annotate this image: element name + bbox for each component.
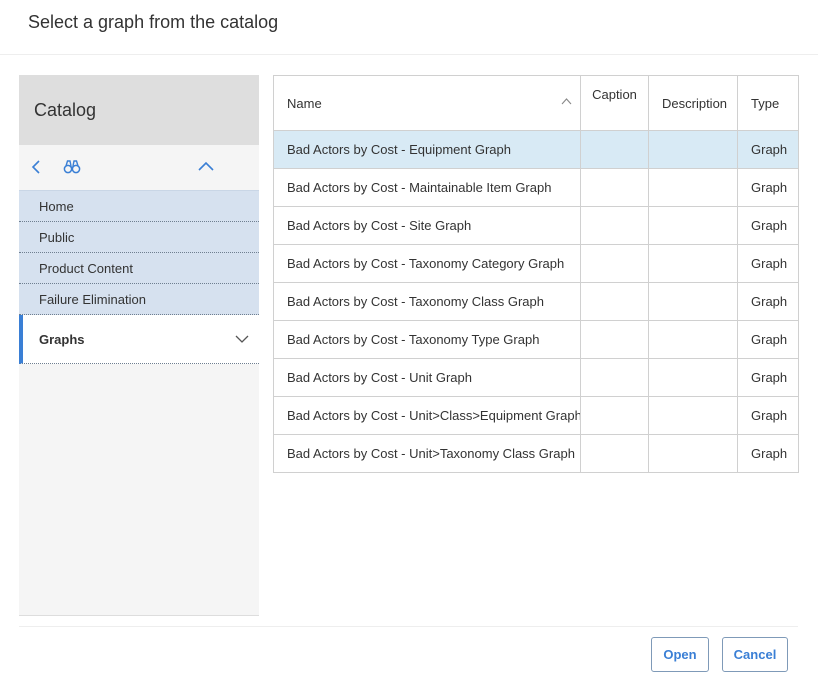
binoculars-icon[interactable] xyxy=(62,157,82,177)
table-row[interactable]: Bad Actors by Cost - Unit Graph Graph xyxy=(273,358,799,397)
cell-name: Bad Actors by Cost - Unit>Class>Equipmen… xyxy=(273,396,581,435)
cell-description xyxy=(648,168,738,207)
table-row[interactable]: Bad Actors by Cost - Unit>Taxonomy Class… xyxy=(273,434,799,473)
table-row[interactable]: Bad Actors by Cost - Equipment Graph Gra… xyxy=(273,130,799,169)
chevron-down-icon[interactable] xyxy=(235,332,249,346)
cell-description xyxy=(648,320,738,359)
breadcrumb-home[interactable]: Home xyxy=(19,191,259,222)
cell-name: Bad Actors by Cost - Site Graph xyxy=(273,206,581,245)
cell-type: Graph xyxy=(737,244,799,283)
column-header-label: Name xyxy=(287,95,322,111)
cell-name: Bad Actors by Cost - Maintainable Item G… xyxy=(273,168,581,207)
cell-name: Bad Actors by Cost - Taxonomy Class Grap… xyxy=(273,282,581,321)
cell-caption xyxy=(580,358,649,397)
cell-caption xyxy=(580,244,649,283)
cell-caption xyxy=(580,396,649,435)
chevron-left-icon[interactable] xyxy=(27,157,47,177)
column-header-name[interactable]: Name xyxy=(273,75,581,131)
breadcrumb-product-content[interactable]: Product Content xyxy=(19,253,259,284)
cell-description xyxy=(648,244,738,283)
table-row[interactable]: Bad Actors by Cost - Taxonomy Category G… xyxy=(273,244,799,283)
current-folder-label: Graphs xyxy=(39,331,85,347)
column-header-caption[interactable]: Caption xyxy=(580,75,649,131)
cell-type: Graph xyxy=(737,206,799,245)
graphs-table: Name Caption Description Type Bad Actors… xyxy=(273,75,799,473)
column-header-type[interactable]: Type xyxy=(737,75,799,131)
cell-type: Graph xyxy=(737,358,799,397)
column-header-description[interactable]: Description xyxy=(648,75,738,131)
cell-caption xyxy=(580,130,649,169)
cell-type: Graph xyxy=(737,434,799,473)
dialog-title: Select a graph from the catalog xyxy=(28,12,279,32)
chevron-up-icon[interactable] xyxy=(196,157,216,177)
footer-divider xyxy=(19,626,798,627)
cell-caption xyxy=(580,434,649,473)
table-header-row: Name Caption Description Type xyxy=(273,75,799,131)
catalog-toolbar xyxy=(19,145,259,191)
table-row[interactable]: Bad Actors by Cost - Taxonomy Type Graph… xyxy=(273,320,799,359)
title-divider xyxy=(0,54,818,55)
cell-name: Bad Actors by Cost - Taxonomy Category G… xyxy=(273,244,581,283)
cell-type: Graph xyxy=(737,396,799,435)
cell-name: Bad Actors by Cost - Equipment Graph xyxy=(273,130,581,169)
table-row[interactable]: Bad Actors by Cost - Site Graph Graph xyxy=(273,206,799,245)
cell-type: Graph xyxy=(737,168,799,207)
catalog-panel: Catalog Home Public Product Content Fail… xyxy=(19,75,259,616)
cell-type: Graph xyxy=(737,130,799,169)
open-button[interactable]: Open xyxy=(651,637,709,672)
catalog-header: Catalog xyxy=(19,75,259,145)
cell-description xyxy=(648,396,738,435)
table-row[interactable]: Bad Actors by Cost - Unit>Class>Equipmen… xyxy=(273,396,799,435)
table-row[interactable]: Bad Actors by Cost - Taxonomy Class Grap… xyxy=(273,282,799,321)
cell-description xyxy=(648,358,738,397)
cell-name: Bad Actors by Cost - Unit>Taxonomy Class… xyxy=(273,434,581,473)
sort-ascending-icon xyxy=(561,93,572,105)
cell-caption xyxy=(580,282,649,321)
cell-caption xyxy=(580,320,649,359)
cell-name: Bad Actors by Cost - Taxonomy Type Graph xyxy=(273,320,581,359)
cell-type: Graph xyxy=(737,282,799,321)
cell-description xyxy=(648,282,738,321)
breadcrumb-public[interactable]: Public xyxy=(19,222,259,253)
cell-description xyxy=(648,434,738,473)
cell-name: Bad Actors by Cost - Unit Graph xyxy=(273,358,581,397)
catalog-current-folder[interactable]: Graphs xyxy=(19,315,259,364)
cell-description xyxy=(648,130,738,169)
cell-caption xyxy=(580,206,649,245)
cell-caption xyxy=(580,168,649,207)
cell-type: Graph xyxy=(737,320,799,359)
breadcrumb-failure-elimination[interactable]: Failure Elimination xyxy=(19,284,259,315)
cell-description xyxy=(648,206,738,245)
table-row[interactable]: Bad Actors by Cost - Maintainable Item G… xyxy=(273,168,799,207)
cancel-button[interactable]: Cancel xyxy=(722,637,788,672)
